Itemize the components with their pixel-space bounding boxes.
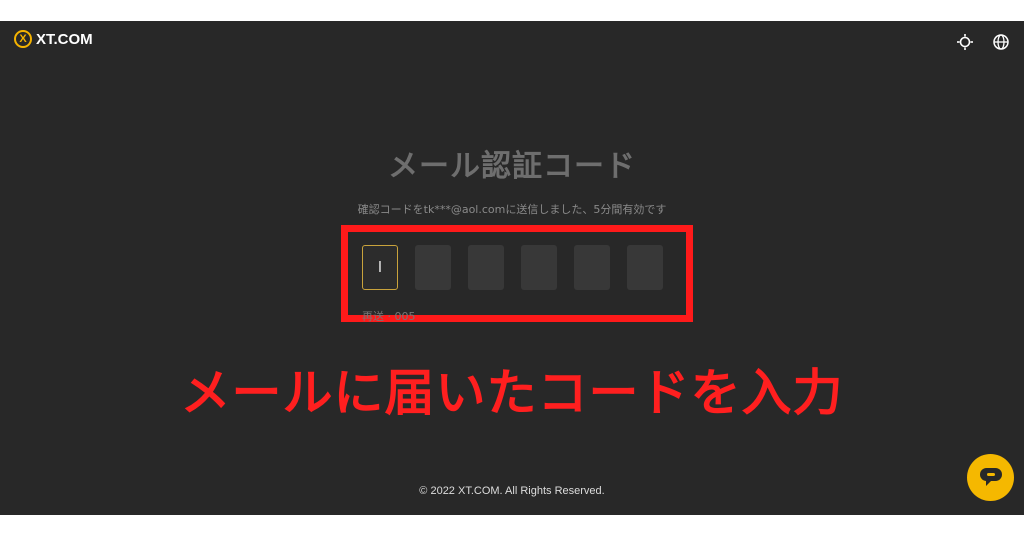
code-input-5[interactable] bbox=[574, 245, 610, 290]
logo-text: XT.COM bbox=[36, 30, 93, 48]
chat-support-button[interactable] bbox=[967, 454, 1014, 501]
page-subtitle: 確認コードをtk***@aol.comに送信しました、5分間有効です bbox=[357, 203, 667, 216]
xt-logo[interactable]: X XT.COM bbox=[14, 30, 93, 48]
logo-mark-icon: X bbox=[14, 30, 32, 48]
code-input-6[interactable] bbox=[627, 245, 663, 290]
code-input-2[interactable] bbox=[415, 245, 451, 290]
app-screen: X XT.COM メール認証コード 確認コードをtk***@aol.comに送信… bbox=[0, 21, 1024, 515]
globe-icon[interactable] bbox=[992, 33, 1010, 51]
header-icons bbox=[956, 33, 1010, 51]
footer-copyright: © 2022 XT.COM. All Rights Reserved. bbox=[419, 485, 605, 497]
code-input-4[interactable] bbox=[521, 245, 557, 290]
verification-code-inputs: I bbox=[362, 245, 663, 290]
code-input-3[interactable] bbox=[468, 245, 504, 290]
resend-link[interactable]: 再送 · 005 bbox=[362, 308, 416, 324]
annotation-text: メールに届いたコードを入力 bbox=[180, 364, 844, 422]
chat-bubble-icon bbox=[978, 463, 1004, 493]
code-input-1[interactable]: I bbox=[362, 245, 398, 290]
brightness-icon[interactable] bbox=[956, 33, 974, 51]
page-title: メール認証コード bbox=[388, 149, 636, 184]
